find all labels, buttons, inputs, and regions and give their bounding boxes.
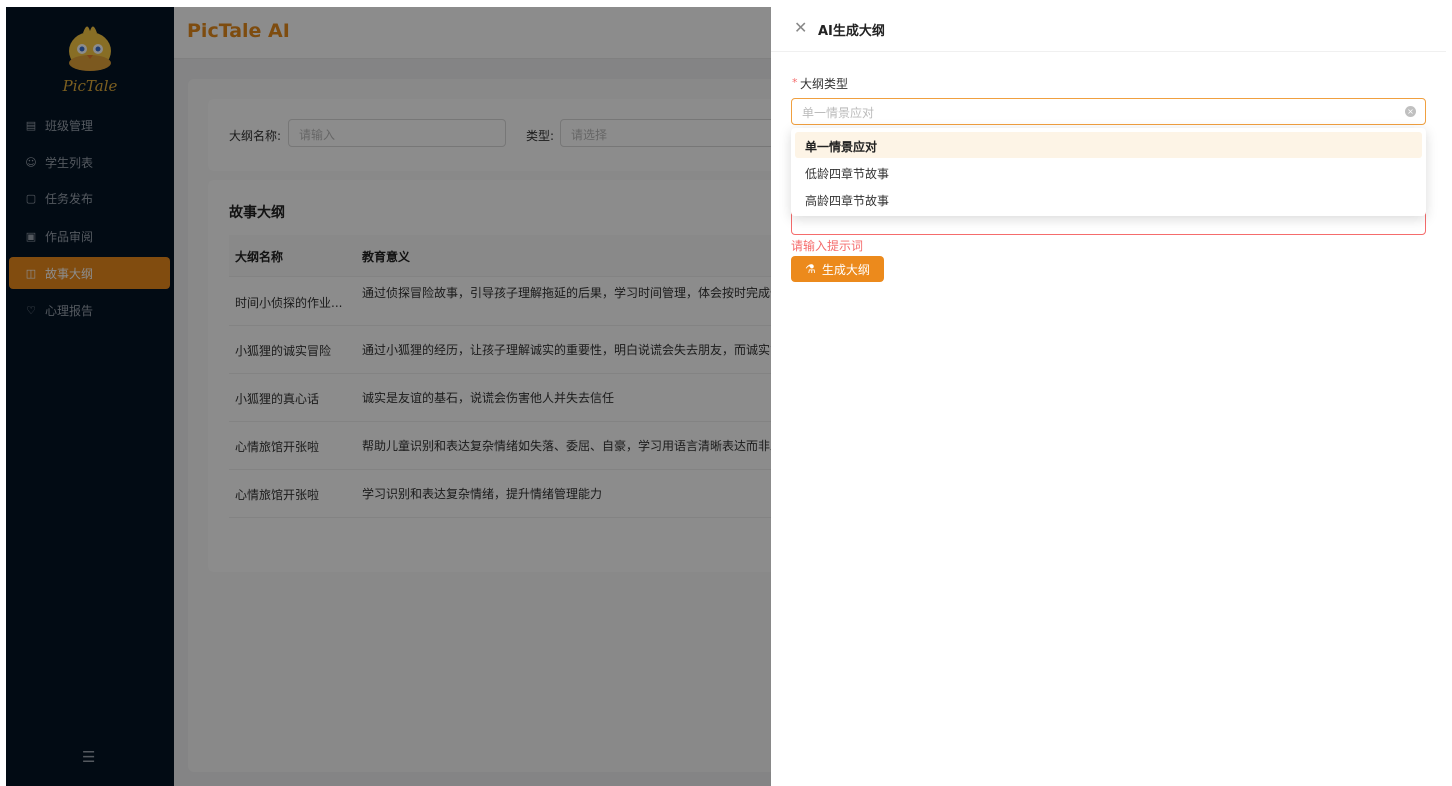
ai-outline-drawer: ✕ AI生成大纲 * 大纲类型 单一情景应对 × 单一情景应对 低龄四章节故事 … [771,7,1446,786]
option-young-four-chapter[interactable]: 低龄四章节故事 [795,159,1422,185]
outline-type-select[interactable]: 单一情景应对 × [791,98,1426,125]
drawer-header: ✕ AI生成大纲 [771,7,1446,52]
option-older-four-chapter[interactable]: 高龄四章节故事 [795,186,1422,212]
outline-type-label: 大纲类型 [800,77,849,91]
required-mark: * [792,76,798,89]
generate-button-label: 生成大纲 [821,262,870,277]
clear-icon[interactable]: × [1405,106,1416,117]
drawer-title: AI生成大纲 [818,24,885,39]
flask-icon: ⚗ [805,262,816,276]
generate-outline-button[interactable]: ⚗ 生成大纲 [791,256,884,282]
app-frame: PicTale ▤ 班级管理 ☺ 学生列表 ▢ 任务发布 ▣ 作品审阅 ◫ 故事… [6,7,1446,786]
error-message: 请输入提示词 [791,239,864,253]
option-single-scene[interactable]: 单一情景应对 [795,132,1422,158]
close-icon[interactable]: ✕ [794,18,807,37]
select-placeholder: 单一情景应对 [802,106,875,120]
outline-type-dropdown: 单一情景应对 低龄四章节故事 高龄四章节故事 [791,128,1426,216]
modal-overlay[interactable] [6,7,771,786]
